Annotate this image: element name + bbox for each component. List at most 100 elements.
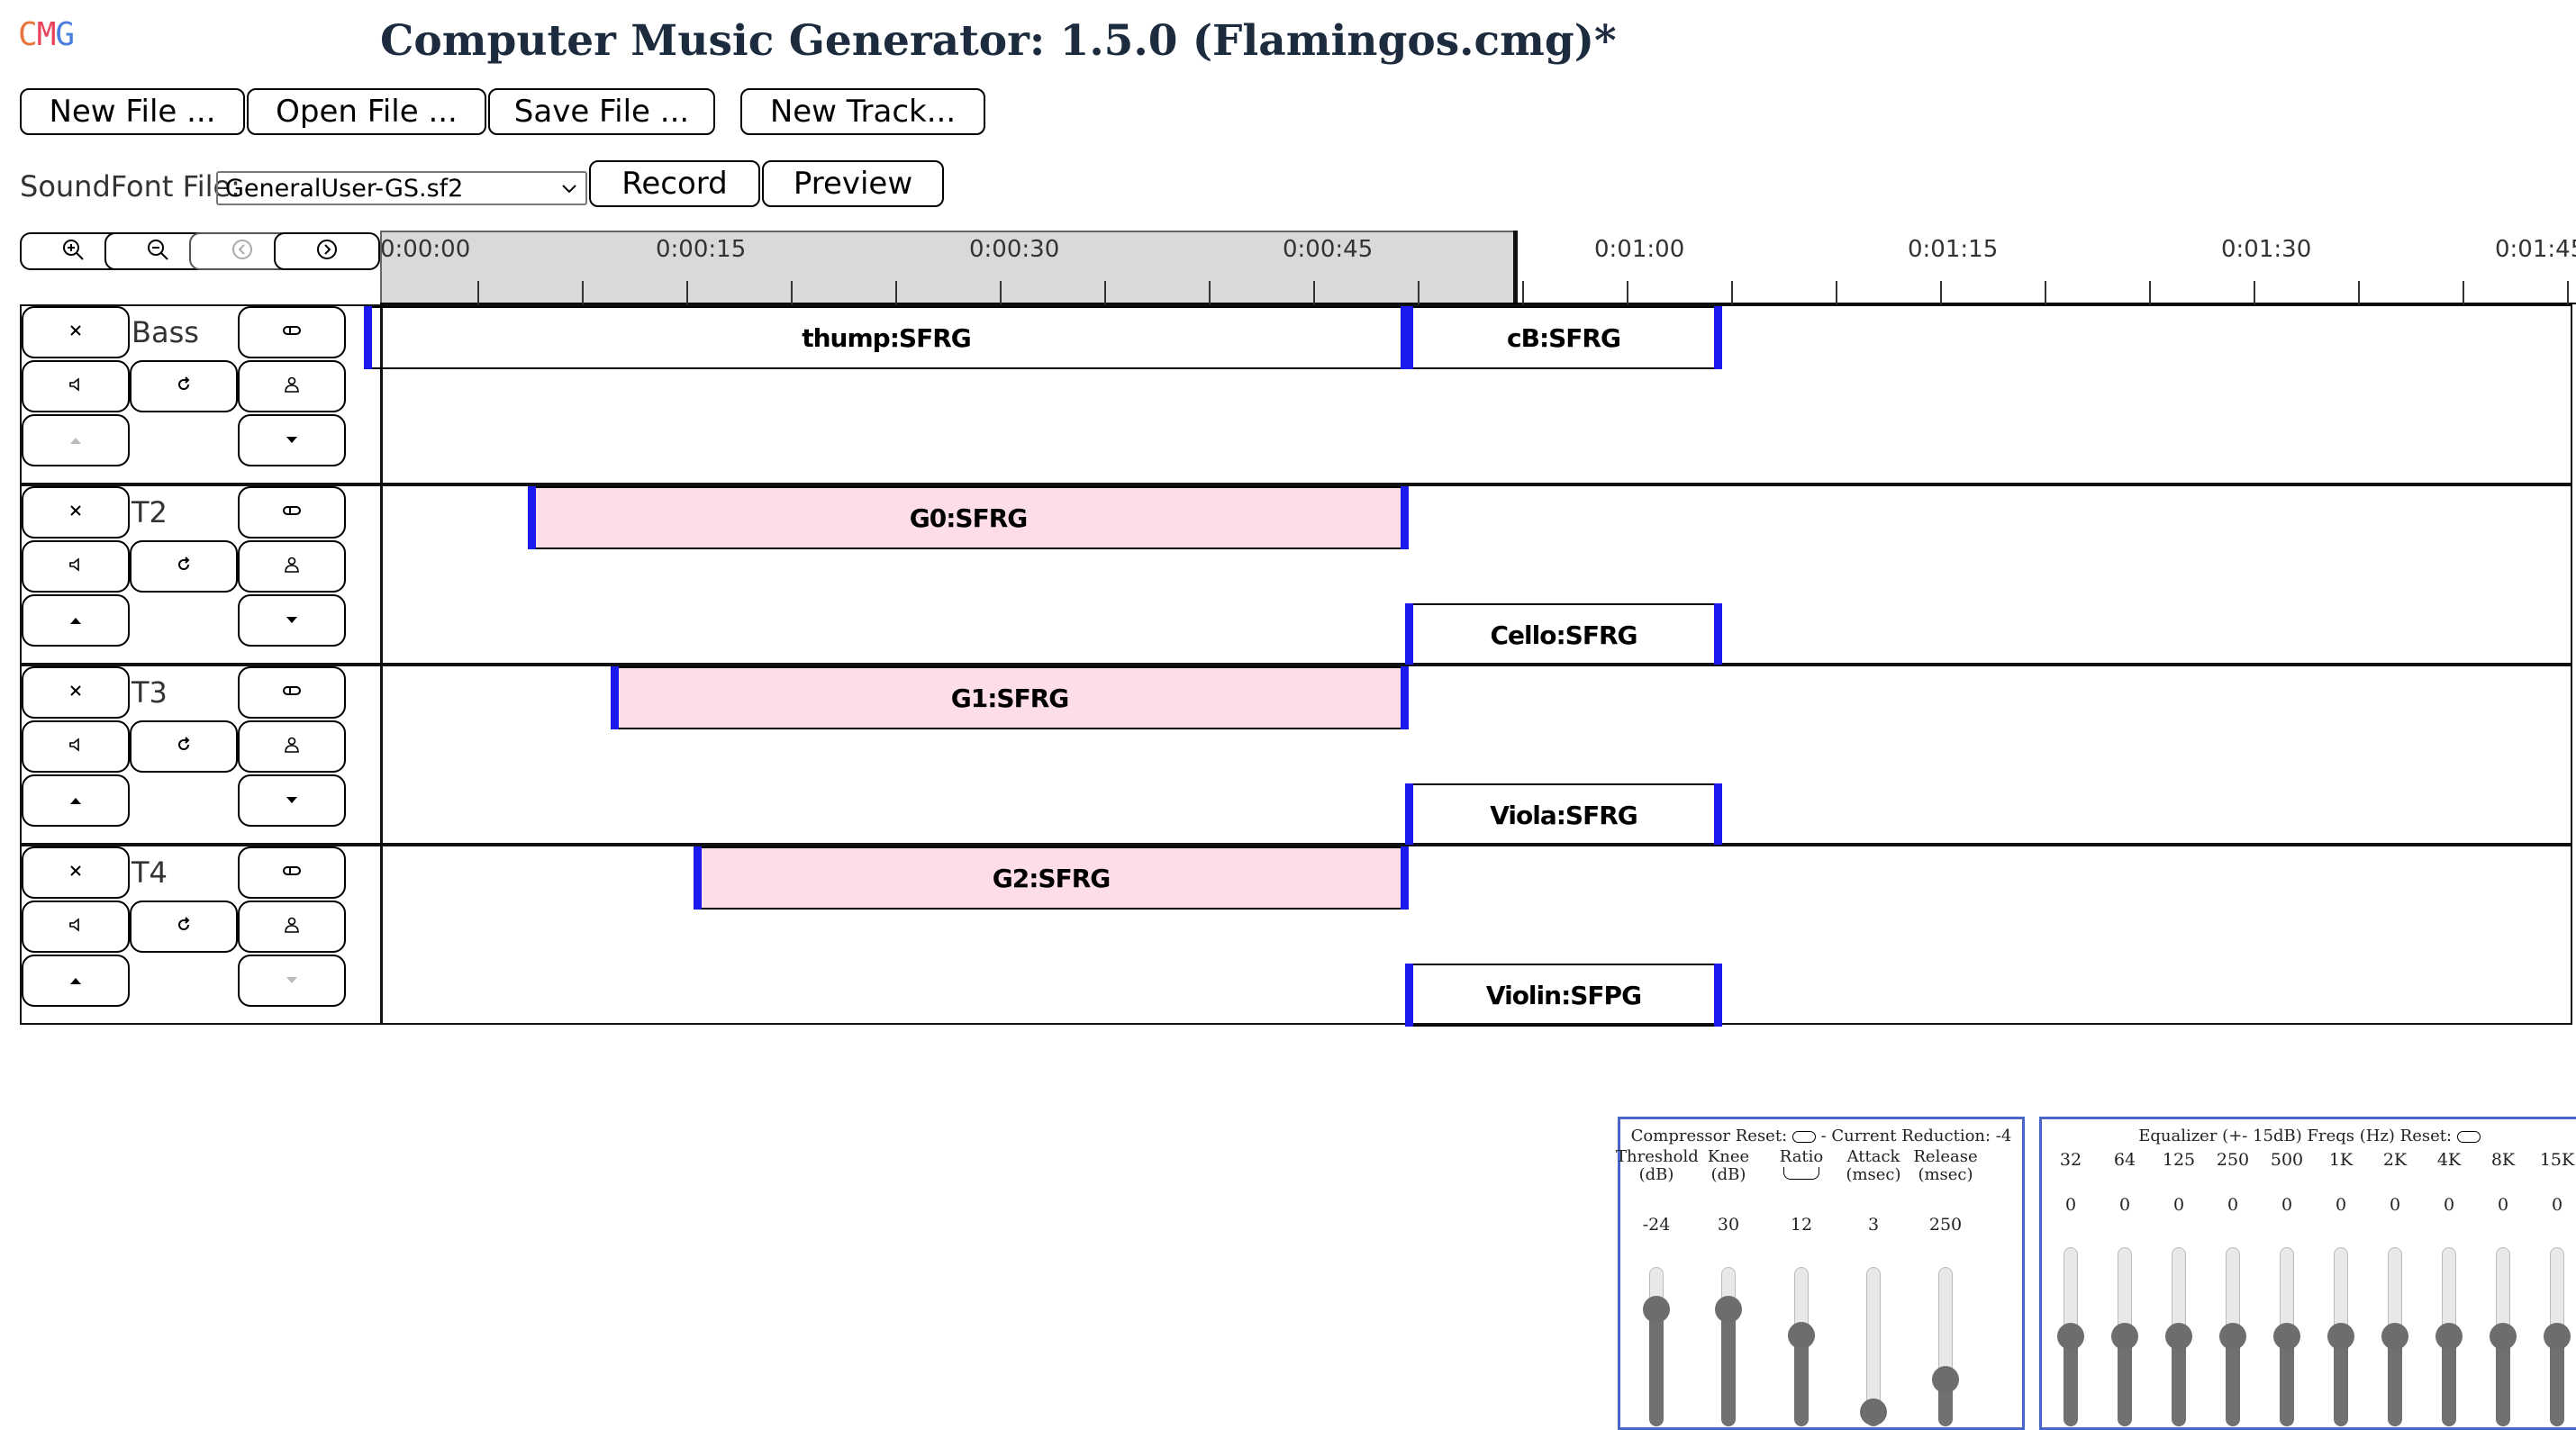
slider-knob[interactable]	[2057, 1323, 2084, 1350]
slider-knob[interactable]	[2490, 1323, 2517, 1350]
eq-band-value: 0	[2064, 1195, 2077, 1215]
ratio-toggle[interactable]	[1761, 1166, 1842, 1184]
clip-left-handle[interactable]	[694, 846, 702, 910]
clip-left-handle[interactable]	[1405, 603, 1413, 666]
clip-left-handle[interactable]	[1405, 964, 1413, 1027]
equalizer-title: Equalizer (+- 15dB) Freqs (Hz) Reset:	[2042, 1127, 2576, 1145]
slider-knob[interactable]	[2381, 1323, 2408, 1350]
compressor-slider[interactable]	[1649, 1267, 1664, 1426]
timeline-tick	[582, 281, 584, 304]
slider-knob[interactable]	[2165, 1323, 2192, 1350]
new-file-button[interactable]: New File ...	[20, 88, 245, 135]
move-track-up-button[interactable]	[22, 774, 130, 827]
track-clip[interactable]: Viola:SFRG	[1405, 783, 1722, 846]
slider-knob[interactable]	[2219, 1323, 2246, 1350]
timeline-label: 0:01:30	[2221, 236, 2312, 263]
clip-left-handle[interactable]	[1405, 783, 1413, 846]
slider-knob[interactable]	[2544, 1323, 2571, 1350]
mute-button[interactable]	[22, 720, 130, 773]
clip-right-handle[interactable]	[1714, 306, 1722, 369]
slider-knob[interactable]	[2273, 1323, 2300, 1350]
person-icon	[283, 376, 301, 397]
compressor-reset-toggle[interactable]	[1791, 1130, 1816, 1143]
record-button[interactable]: Record	[589, 160, 760, 207]
clip-left-handle[interactable]	[611, 666, 619, 729]
slider-fill	[2496, 1337, 2510, 1426]
clip-left-handle[interactable]	[364, 306, 372, 369]
track-name[interactable]: T3	[132, 675, 168, 710]
solo-button[interactable]	[238, 540, 346, 593]
loop-button[interactable]	[130, 720, 238, 773]
loop-button[interactable]	[130, 901, 238, 953]
track-name[interactable]: T2	[132, 495, 168, 529]
compressor-panel: Compressor Reset: - Current Reduction: -…	[1616, 1117, 2025, 1430]
delete-track-button[interactable]	[22, 846, 130, 899]
track-clip[interactable]: Violin:SFPG	[1405, 964, 1722, 1027]
timeline-tick	[2358, 281, 2360, 304]
solo-button[interactable]	[238, 360, 346, 412]
soundfont-select[interactable]: GeneralUser-GS.sf2	[216, 171, 587, 205]
clip-right-handle[interactable]	[1714, 783, 1722, 846]
slider-knob[interactable]	[1860, 1398, 1887, 1425]
clip-right-handle[interactable]	[1401, 666, 1409, 729]
timeline-tick	[2045, 281, 2046, 304]
clip-right-handle[interactable]	[1714, 964, 1722, 1027]
move-track-down-button[interactable]	[238, 594, 346, 647]
playhead-cursor[interactable]	[1513, 231, 1518, 304]
track-clip[interactable]: cB:SFRG	[1405, 306, 1722, 369]
instrument-button[interactable]	[238, 666, 346, 719]
track-clip[interactable]: Cello:SFRG	[1405, 603, 1722, 666]
slider-knob[interactable]	[1932, 1365, 1959, 1393]
compressor-slider[interactable]	[1721, 1267, 1736, 1426]
slider-knob[interactable]	[1788, 1322, 1815, 1350]
clip-left-handle[interactable]	[528, 486, 536, 549]
move-track-up-button[interactable]	[22, 955, 130, 1007]
loop-button[interactable]	[130, 360, 238, 412]
timeline-tick	[1627, 281, 1628, 304]
track-clip[interactable]: thump:SFRG	[364, 306, 1409, 369]
instrument-button[interactable]	[238, 486, 346, 539]
mute-button[interactable]	[22, 360, 130, 412]
slider-knob[interactable]	[2435, 1323, 2463, 1350]
move-track-down-button[interactable]	[238, 414, 346, 466]
compressor-slider[interactable]	[1938, 1267, 1953, 1426]
clip-right-handle[interactable]	[1714, 603, 1722, 666]
move-track-down-button[interactable]	[238, 774, 346, 827]
clip-left-handle[interactable]	[1405, 306, 1413, 369]
close-icon	[68, 683, 84, 702]
solo-button[interactable]	[238, 901, 346, 953]
move-track-up-button[interactable]	[22, 594, 130, 647]
timeline-ruler[interactable]: 0:00:00 0:00:15 0:00:30 0:00:45 0:01:00 …	[380, 231, 2576, 304]
equalizer-reset-toggle[interactable]	[2456, 1130, 2481, 1143]
scroll-right-button[interactable]	[274, 232, 380, 270]
save-file-button[interactable]: Save File ...	[488, 88, 715, 135]
slider-knob[interactable]	[1643, 1296, 1670, 1324]
delete-track-button[interactable]	[22, 486, 130, 539]
instrument-button[interactable]	[238, 306, 346, 358]
instrument-button[interactable]	[238, 846, 346, 899]
slider-knob[interactable]	[2327, 1323, 2354, 1350]
mute-button[interactable]	[22, 540, 130, 593]
loop-button[interactable]	[130, 540, 238, 593]
solo-button[interactable]	[238, 720, 346, 773]
delete-track-button[interactable]	[22, 306, 130, 358]
arrow-up-icon	[68, 612, 84, 629]
delete-track-button[interactable]	[22, 666, 130, 719]
track-clip[interactable]: G1:SFRG	[611, 666, 1409, 729]
track-name[interactable]: T4	[132, 855, 168, 890]
move-track-down-button[interactable]	[238, 955, 346, 1007]
clip-right-handle[interactable]	[1401, 846, 1409, 910]
speaker-icon	[67, 736, 85, 757]
arrow-up-icon	[68, 792, 84, 810]
slider-knob[interactable]	[1715, 1296, 1742, 1324]
new-track-button[interactable]: New Track...	[740, 88, 985, 135]
track-name[interactable]: Bass	[132, 315, 199, 349]
slider-knob[interactable]	[2111, 1323, 2138, 1350]
mute-button[interactable]	[22, 901, 130, 953]
preview-button[interactable]: Preview	[762, 160, 944, 207]
track-clip[interactable]: G2:SFRG	[694, 846, 1409, 910]
open-file-button[interactable]: Open File ...	[247, 88, 486, 135]
track-clip[interactable]: G0:SFRG	[528, 486, 1409, 549]
move-track-up-button[interactable]	[22, 414, 130, 466]
clip-right-handle[interactable]	[1401, 486, 1409, 549]
